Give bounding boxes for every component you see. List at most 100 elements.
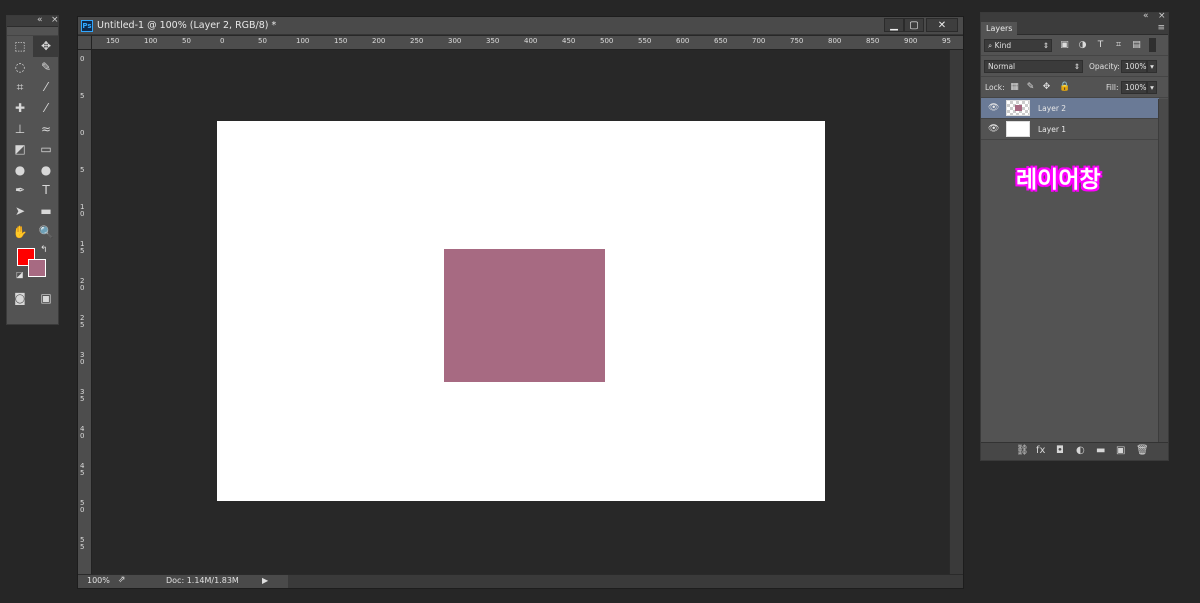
pen-icon[interactable]: ✒ [7,180,33,201]
ruler-v-label: 0 [80,129,85,137]
lasso-icon[interactable]: ◌ [7,57,33,78]
blend-mode-select[interactable]: Normal ⇕ [984,60,1083,73]
crop-icon[interactable]: ⌗ [7,77,33,98]
tab-layers[interactable]: Layers [981,22,1018,35]
ruler-v-label: 5 0 [80,499,85,514]
document-title: Untitled-1 @ 100% (Layer 2, RGB/8) * [97,20,277,31]
collapse-icon[interactable]: « [37,15,43,25]
ruler-h-label: 850 [866,37,880,45]
minimize-button[interactable]: ▁ [884,18,904,32]
clone-stamp-icon[interactable]: ⊥ [7,118,33,139]
history-brush-icon[interactable]: ≈ [33,118,59,139]
ruler-h-label: 600 [676,37,690,45]
path-select-icon[interactable]: ➤ [7,201,33,222]
default-colors-icon[interactable]: ◪ [16,270,24,279]
screen-mode-icon[interactable]: ▣ [33,288,59,309]
move-icon[interactable]: ✥ [33,36,59,57]
zoom-level[interactable]: 100% [87,576,110,585]
link-layers-icon[interactable]: ⛓ [1016,445,1029,456]
adjustment-layer-icon[interactable]: ◐ [1076,445,1085,456]
add-mask-icon[interactable]: ◘ [1056,445,1064,456]
lock-all-icon[interactable]: 🔒 [1059,82,1070,93]
lock-position-icon[interactable]: ✥ [1041,82,1052,93]
new-layer-icon[interactable]: ▣ [1116,445,1125,456]
visibility-eye-icon[interactable]: 👁 [988,124,999,134]
ruler-h-label: 250 [410,37,424,45]
healing-brush-icon[interactable]: ✚ [7,98,33,119]
zoom-icon[interactable]: 🔍 [33,221,59,242]
hand-icon[interactable]: ✋ [7,221,33,242]
mode-tools: ◙ ▣ [7,288,58,309]
kind-label: Kind [994,41,1012,50]
close-icon[interactable]: × [1158,11,1166,21]
quick-mask-icon[interactable]: ◙ [7,288,33,309]
eyedropper-icon[interactable]: ⁄ [33,77,59,98]
ruler-origin[interactable] [78,36,92,50]
ruler-v-label: 5 [80,92,85,100]
thumbnail-shape [1015,105,1022,111]
document-titlebar[interactable]: Ps Untitled-1 @ 100% (Layer 2, RGB/8) * … [78,17,963,35]
maximize-button[interactable]: ▢ [904,18,924,32]
layer-row[interactable]: 👁 Layer 2 [981,98,1159,119]
layers-panel: « × Layers ≡ ⌕ Kind ⇕ ▣ ◑ T ⌗ ▤ Normal ⇕ … [980,11,1169,461]
opacity-input[interactable]: 100% [1121,60,1147,73]
ruler-h-label: 100 [296,37,310,45]
gradient-icon[interactable]: ▭ [33,139,59,160]
blend-mode-value: Normal [988,62,1016,71]
chevron-down-icon: ⇕ [1042,41,1049,50]
eraser-icon[interactable]: ◩ [7,139,33,160]
tools-panel: « × ⬚ ✥ ◌ ✎ ⌗ ⁄ ✚ ⁄ ⊥ ≈ ◩ ▭ ● ● ✒ T ➤ ▬ ✋ 🔍 ↰ ◪ ◙ ▣ [6,15,59,325]
opacity-dropdown-icon[interactable]: ▾ [1147,60,1157,73]
layer-2-rectangle[interactable] [444,249,605,382]
photoshop-icon: Ps [81,20,93,32]
swap-colors-icon[interactable]: ↰ [40,245,48,255]
layer-name: Layer 1 [1038,125,1067,134]
vertical-scrollbar[interactable] [949,50,963,574]
ruler-h-label: 150 [106,37,120,45]
panel-menu-icon[interactable]: ≡ [1157,23,1165,33]
lock-transparent-icon[interactable]: ▦ [1009,82,1020,93]
adjustment-filter-icon[interactable]: ◑ [1077,40,1088,51]
delete-layer-icon[interactable]: 🗑 [1136,445,1149,456]
fill-input[interactable]: 100% [1121,81,1147,94]
document-window: Ps Untitled-1 @ 100% (Layer 2, RGB/8) * … [77,16,964,589]
layers-panel-grip[interactable]: « × [981,11,1168,22]
filter-toggle-icon[interactable] [1149,38,1156,52]
close-button[interactable]: ✕ [926,18,958,32]
layers-scrollbar[interactable] [1158,99,1168,442]
background-color-swatch[interactable] [28,258,46,277]
collapse-icon[interactable]: « [1143,11,1149,21]
document-canvas[interactable] [217,121,825,501]
ruler-h-label: 650 [714,37,728,45]
visibility-eye-icon[interactable]: 👁 [988,103,999,113]
quick-select-icon[interactable]: ✎ [33,57,59,78]
shape-filter-icon[interactable]: ⌗ [1113,40,1124,51]
lock-image-icon[interactable]: ✎ [1025,82,1036,93]
smart-object-filter-icon[interactable]: ▤ [1131,40,1142,51]
type-icon[interactable]: T [33,180,59,201]
status-menu-arrow-icon[interactable]: ▶ [262,576,268,585]
kind-filter-select[interactable]: ⌕ Kind ⇕ [984,39,1052,52]
tools-panel-header[interactable]: « × [7,15,59,27]
blur-icon[interactable]: ● [7,160,33,181]
brush-icon[interactable]: ⁄ [33,98,59,119]
rect-marquee-icon[interactable]: ⬚ [7,36,33,57]
fill-dropdown-icon[interactable]: ▾ [1147,81,1157,94]
rectangle-shape-icon[interactable]: ▬ [33,201,59,222]
dodge-icon[interactable]: ● [33,160,59,181]
horizontal-ruler[interactable]: 150 100 50 0 50 100 150 200 250 300 350 400 450 500 55… [92,36,963,50]
color-swatches: ↰ ◪ [7,245,58,286]
type-filter-icon[interactable]: T [1095,40,1106,51]
close-icon[interactable]: × [51,15,59,25]
pixel-filter-icon[interactable]: ▣ [1059,40,1070,51]
share-icon[interactable]: ⇗ [118,575,126,585]
vertical-ruler[interactable]: 0 5 0 5 1 0 1 5 2 0 2 5 3 0 3 5 4 0 4 5 5 0 5 5 [78,50,92,574]
layer-row[interactable]: 👁 Layer 1 [981,119,1159,140]
blend-row: Normal ⇕ Opacity: 100% ▾ [981,56,1168,77]
ruler-h-label: 900 [904,37,918,45]
horizontal-scrollbar[interactable] [288,574,963,588]
tools-panel-grip[interactable] [7,27,58,36]
new-group-icon[interactable]: ▬ [1096,445,1105,456]
ruler-h-label: 50 [182,37,191,45]
layer-style-icon[interactable]: fx [1036,445,1045,456]
